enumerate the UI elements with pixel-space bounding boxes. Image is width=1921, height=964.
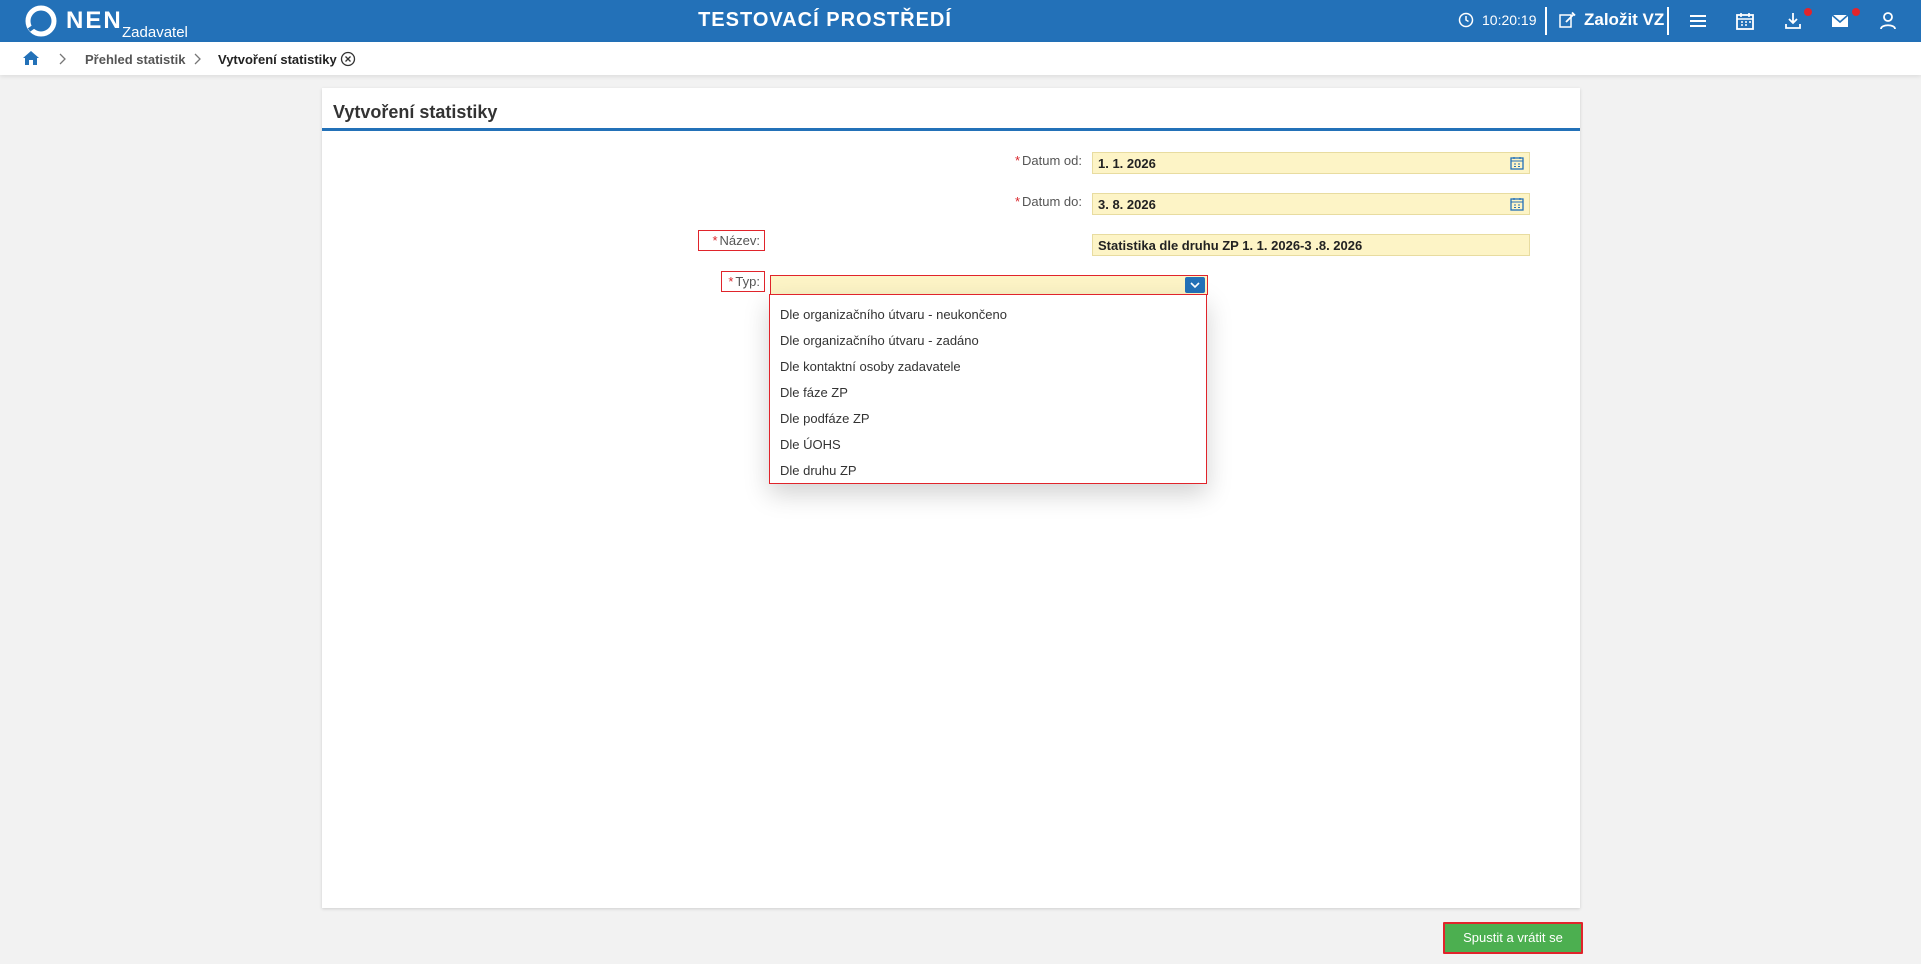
required-marker: * [1014,194,1021,209]
user-icon[interactable] [1878,11,1898,31]
type-option[interactable]: Dle fáze ZP [770,380,1206,406]
type-option[interactable]: Dle kontaktní osoby zadavatele [770,354,1206,380]
date-from-value: 1. 1. 2026 [1098,156,1156,171]
chevron-right-icon [59,53,66,65]
breadcrumb-statistics-overview[interactable]: Přehled statistik [85,52,185,67]
session-clock: 10:20:19 [1458,12,1537,28]
type-option[interactable]: Dle druhu ZP [770,458,1206,484]
create-vz-label: Založit VZ [1584,10,1665,29]
required-marker: * [712,233,718,248]
download-notification-dot [1804,8,1812,16]
chevron-down-icon [1190,282,1200,289]
required-marker: * [728,274,734,289]
type-select[interactable] [770,275,1208,295]
mail-notification-dot [1852,8,1860,16]
name-label: * Název: [698,230,765,251]
environment-title: TESTOVACÍ PROSTŘEDÍ [698,9,952,31]
type-option[interactable]: Dle ÚOHS [770,432,1206,458]
name-field[interactable]: Statistika dle druhu ZP 1. 1. 2026-3 .8.… [1092,234,1530,256]
type-label: * Typ: [721,271,765,292]
clock-time: 10:20:19 [1482,12,1537,28]
header-divider [1667,7,1669,35]
type-option[interactable]: Dle organizačního útvaru - zadáno [770,328,1206,354]
top-bar: NEN Zadavatel TESTOVACÍ PROSTŘEDÍ 10:20:… [0,0,1921,42]
close-tab-icon[interactable] [340,51,356,67]
type-option[interactable]: Dle podfáze ZP [770,406,1206,432]
type-dropdown-list: Dle organizačního útvaru - neukončeno Dl… [769,294,1207,484]
clock-icon [1458,12,1474,28]
menu-icon[interactable] [1688,11,1708,31]
download-icon[interactable] [1783,11,1803,31]
name-value: Statistika dle druhu ZP 1. 1. 2026-3 .8.… [1098,238,1363,253]
required-marker: * [1014,153,1021,168]
breadcrumb-create-statistics: Vytvoření statistiky [218,52,337,67]
type-label-text: Typ: [735,274,760,289]
mail-icon[interactable] [1830,11,1850,31]
name-label-text: Název: [719,233,760,248]
date-from-label-text: Datum od: [1022,153,1082,168]
date-from-field[interactable]: 1. 1. 2026 [1092,152,1530,174]
calendar-picker-icon[interactable] [1510,197,1524,211]
title-divider [322,128,1580,131]
calendar-icon[interactable] [1735,11,1755,31]
type-option[interactable]: Dle organizačního útvaru - neukončeno [770,302,1206,328]
header-divider [1545,7,1547,35]
calendar-picker-icon[interactable] [1510,156,1524,170]
type-select-toggle[interactable] [1185,277,1205,293]
date-from-label: * Datum od: [962,153,1082,168]
create-statistics-panel: Vytvoření statistiky * Datum od: 1. 1. 20… [322,88,1580,908]
date-to-field[interactable]: 3. 8. 2026 [1092,193,1530,215]
date-to-label: * Datum do: [962,194,1082,209]
page-title: Vytvoření statistiky [333,102,498,122]
edit-icon [1559,11,1576,28]
run-and-return-button[interactable]: Spustit a vrátit se [1443,922,1583,954]
date-to-label-text: Datum do: [1022,194,1082,209]
chevron-right-icon [194,53,201,65]
date-to-value: 3. 8. 2026 [1098,197,1156,212]
home-icon[interactable] [22,50,40,66]
breadcrumb: Přehled statistik Vytvoření statistiky [0,42,1921,75]
create-vz-button[interactable]: Založit VZ [1558,10,1664,30]
